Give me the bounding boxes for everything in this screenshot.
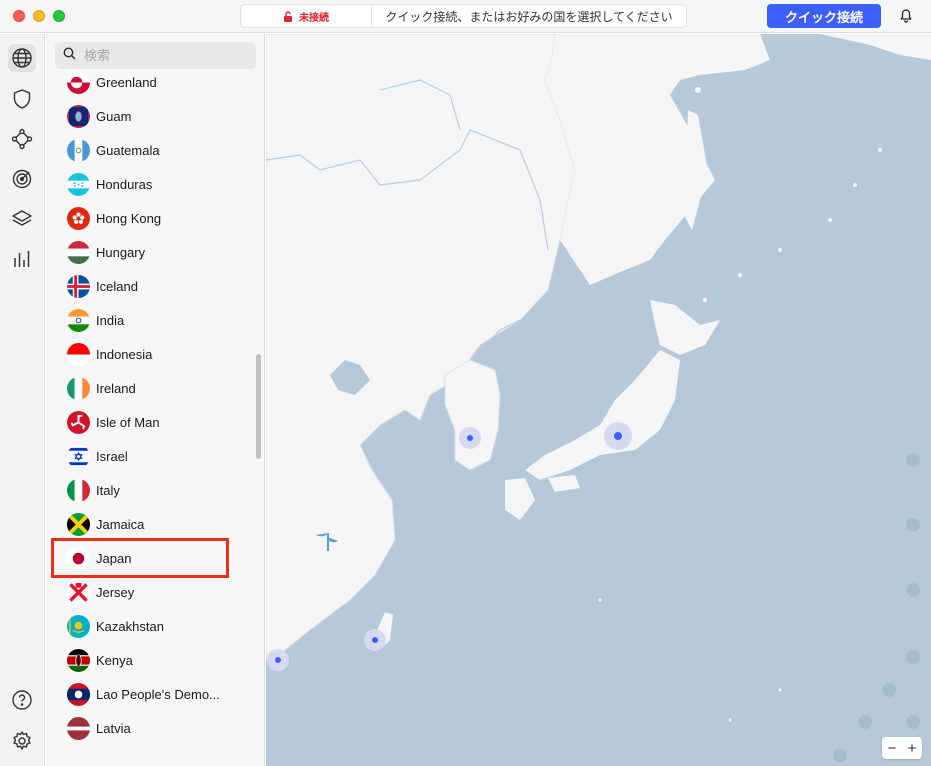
country-row[interactable]: Israel (46, 439, 264, 473)
zoom-controls: − + (882, 737, 922, 759)
country-name: India (96, 312, 125, 328)
country-name: Kenya (96, 652, 133, 668)
country-name: Japan (96, 550, 132, 566)
india-flag-icon (67, 308, 90, 332)
country-list-panel: Greenland Guam Guatemala Honduras Hong Kong H… (46, 34, 265, 766)
country-row[interactable]: Italy (46, 473, 264, 507)
map-graphic (266, 34, 931, 762)
guatemala-flag-icon (67, 138, 90, 162)
country-name: Jamaica (96, 516, 145, 532)
connection-status: 未接続 (241, 5, 372, 27)
zoom-in-button[interactable]: + (908, 740, 917, 757)
country-list: Greenland Guam Guatemala Honduras Hong Kong H… (46, 65, 264, 745)
country-row[interactable]: Hong Kong (46, 201, 264, 235)
korea-land (444, 359, 501, 471)
country-name: Italy (96, 482, 120, 498)
latvia-flag-icon (67, 716, 90, 740)
country-row[interactable]: Kenya (46, 643, 264, 677)
zoom-out-button[interactable]: − (888, 740, 897, 757)
country-row[interactable]: Hungary (46, 235, 264, 269)
search-icon (63, 47, 76, 65)
italy-flag-icon (67, 478, 90, 502)
status-message: クイック接続、またはお好みの国を選択してください (385, 9, 673, 24)
israel-flag-icon (67, 444, 90, 468)
laos-flag-icon (67, 682, 90, 706)
country-row[interactable]: India (46, 303, 264, 337)
country-name: Lao People's Demo... (96, 686, 220, 702)
layers-icon[interactable] (8, 205, 36, 233)
title-bar: 未接続 クイック接続、またはお好みの国を選択してください クイック接続 (0, 0, 931, 33)
country-name: Kazakhstan (96, 618, 164, 634)
close-window-button[interactable] (13, 10, 25, 22)
country-name: Israel (96, 448, 128, 464)
country-name: Hungary (96, 244, 146, 260)
country-row[interactable]: Indonesia (46, 337, 264, 371)
country-name: Indonesia (96, 346, 153, 362)
iceland-flag-icon (67, 274, 90, 298)
guam-flag-icon (67, 104, 90, 128)
country-row[interactable]: Isle of Man (46, 405, 264, 439)
indonesia-flag-icon (67, 342, 90, 366)
country-row[interactable]: Honduras (46, 167, 264, 201)
country-name: Latvia (96, 720, 131, 736)
country-name: Honduras (96, 176, 153, 192)
isle-of-man-flag-icon (67, 410, 90, 434)
world-map[interactable] (266, 34, 931, 766)
country-name: Hong Kong (96, 210, 162, 226)
country-row[interactable]: Jersey (46, 575, 264, 609)
quick-connect-button[interactable]: クイック接続 (767, 4, 881, 28)
search-input[interactable] (84, 48, 244, 63)
country-row[interactable]: Lao People's Demo... (46, 677, 264, 711)
connection-status-bar: 未接続 クイック接続、またはお好みの国を選択してください (240, 4, 687, 28)
status-label: 未接続 (299, 12, 329, 24)
country-row[interactable]: Latvia (46, 711, 264, 745)
country-row[interactable]: Ireland (46, 371, 264, 405)
target-icon[interactable] (8, 165, 36, 193)
hong-kong-flag-icon (67, 206, 90, 230)
hungary-flag-icon (67, 240, 90, 264)
country-row[interactable]: Kazakhstan (46, 609, 264, 643)
minimize-window-button[interactable] (33, 10, 45, 22)
country-row[interactable]: Japan (46, 541, 264, 575)
country-row[interactable]: Iceland (46, 269, 264, 303)
hokkaido-land (650, 300, 720, 355)
honduras-flag-icon (67, 172, 90, 196)
country-name: Guatemala (96, 142, 160, 158)
jamaica-flag-icon (67, 512, 90, 536)
greenland-flag-icon (67, 70, 90, 94)
country-name: Guam (96, 108, 132, 124)
search-box[interactable] (55, 42, 256, 69)
kazakhstan-flag-icon (67, 614, 90, 638)
globe-icon[interactable] (8, 44, 36, 72)
far-east-land (545, 34, 770, 285)
country-name: Greenland (96, 74, 157, 90)
zoom-window-button[interactable] (53, 10, 65, 22)
jersey-flag-icon (67, 580, 90, 604)
meshnet-icon[interactable] (8, 125, 36, 153)
ireland-flag-icon (67, 376, 90, 400)
japan-flag-icon (67, 546, 90, 570)
navigation-rail (0, 34, 45, 766)
list-scrollbar[interactable] (256, 354, 261, 459)
gear-icon[interactable] (8, 727, 36, 755)
country-name: Isle of Man (96, 414, 160, 430)
country-row[interactable]: Jamaica (46, 507, 264, 541)
bell-icon[interactable] (898, 8, 914, 24)
country-name: Jersey (96, 584, 135, 600)
kenya-flag-icon (67, 648, 90, 672)
country-row[interactable]: Greenland (46, 65, 264, 99)
help-icon[interactable] (8, 686, 36, 714)
kyushu-land (505, 478, 535, 520)
country-name: Ireland (96, 380, 136, 396)
country-name: Iceland (96, 278, 138, 294)
honshu-land (525, 350, 680, 480)
statistics-icon[interactable] (8, 245, 36, 273)
shield-icon[interactable] (8, 85, 36, 113)
mainland-land (266, 34, 576, 661)
country-row[interactable]: Guam (46, 99, 264, 133)
country-row[interactable]: Guatemala (46, 133, 264, 167)
unlocked-icon (283, 11, 293, 22)
